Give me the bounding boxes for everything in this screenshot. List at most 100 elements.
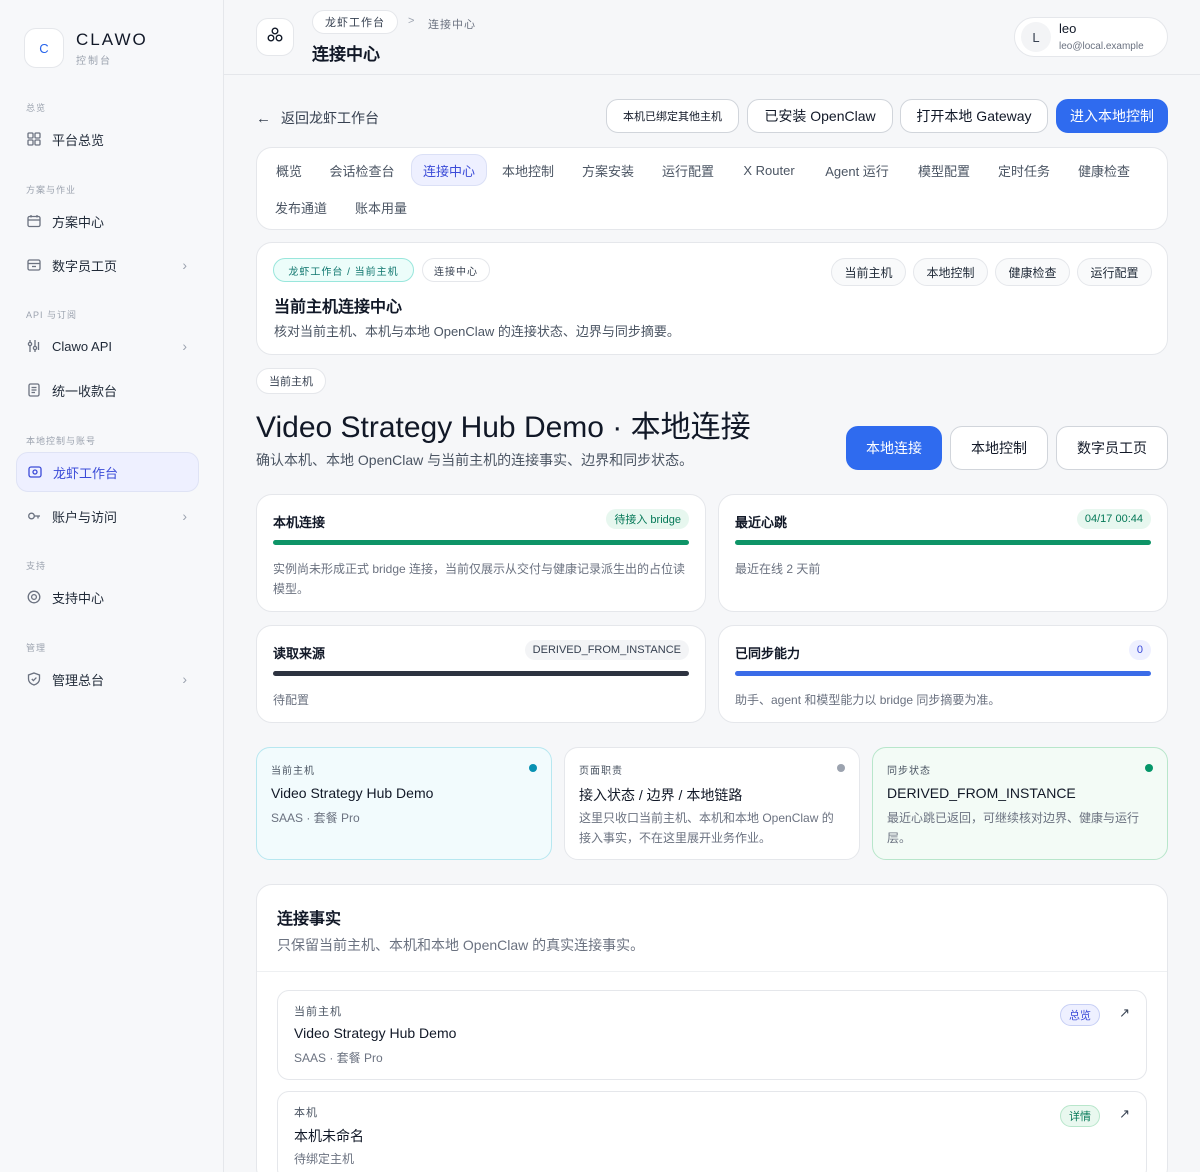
mini-title: Video Strategy Hub Demo (271, 785, 434, 801)
hero-tag: 当前主机 (256, 368, 326, 394)
sidebar-item-support-center[interactable]: 支持中心 (16, 577, 199, 617)
hub-local-control-button[interactable]: 本地控制 (913, 258, 988, 286)
tab-model-config[interactable]: 模型配置 (909, 154, 979, 186)
cluster-icon (266, 26, 284, 49)
status-dot (529, 764, 537, 772)
stat-bar (273, 671, 689, 676)
status-dot (1145, 764, 1153, 772)
fact-label: 本机 (294, 1107, 318, 1119)
nav-section-overview: 总览 (26, 103, 47, 113)
back-link-label: 返回龙虾工作台 (281, 110, 379, 126)
mini-label: 当前主机 (271, 766, 315, 777)
user-menu[interactable]: L leo leo@local.example (1014, 17, 1168, 57)
connection-facts-panel: 连接事实 只保留当前主机、本机和本地 OpenClaw 的真实连接事实。 当前主… (256, 884, 1168, 1172)
open-local-gateway-button[interactable]: 打开本地 Gateway (900, 99, 1048, 133)
sidebar-item-plan-center[interactable]: 方案中心 (16, 201, 199, 241)
stat-label: 本机连接 (273, 515, 326, 530)
sidebar-item-workbench[interactable]: 龙虾工作台 (16, 452, 199, 492)
fact-label: 当前主机 (294, 1006, 342, 1018)
document-icon (26, 382, 42, 398)
stat-text: 实例尚未形成正式 bridge 连接，当前仅展示从交付与健康记录派生出的占位读模… (273, 562, 686, 596)
grid-icon (26, 131, 42, 147)
fact-row-local-machine[interactable]: 本机 本机未命名 待绑定主机 详情 ↗ (277, 1091, 1147, 1172)
local-control-button[interactable]: 本地控制 (950, 426, 1048, 470)
brand[interactable]: C CLAWO 控制台 (24, 28, 148, 68)
tab-agent-run[interactable]: Agent 运行 (815, 154, 899, 186)
tab-session-inspector[interactable]: 会话检查台 (321, 154, 403, 186)
tab-local-control[interactable]: 本地控制 (493, 154, 563, 186)
tab-connection-center[interactable]: 连接中心 (411, 154, 487, 186)
sidebar-item-label: 龙虾工作台 (53, 465, 119, 481)
chevron-right-icon: › (182, 671, 187, 687)
user-email: leo@local.example (1059, 41, 1144, 52)
sidebar-item-platform-overview[interactable]: 平台总览 (16, 119, 199, 159)
shield-icon (26, 671, 42, 687)
stat-text: 最近在线 2 天前 (735, 562, 821, 576)
stat-card-heartbeat: 最近心跳 04/17 00:44 最近在线 2 天前 (718, 494, 1168, 612)
key-icon (26, 508, 42, 524)
brand-subtitle: 控制台 (76, 55, 112, 67)
mini-label: 页面职责 (579, 766, 623, 777)
sidebar-item-label: 账户与访问 (52, 509, 118, 525)
hub-health-check-button[interactable]: 健康检查 (995, 258, 1070, 286)
tab-ledger-usage[interactable]: 账本用量 (345, 191, 417, 223)
enter-local-control-button[interactable]: 进入本地控制 (1056, 99, 1168, 133)
status-badge: 04/17 00:44 (1076, 509, 1151, 529)
sidebar-item-clawo-api[interactable]: Clawo API › (16, 326, 199, 366)
tab-overview[interactable]: 概览 (265, 154, 313, 186)
status-badge: DERIVED_FROM_INSTANCE (524, 640, 689, 660)
hub-path-chip: 龙虾工作台 / 当前主机 (273, 258, 414, 282)
overview-badge[interactable]: 总览 (1060, 1004, 1100, 1026)
sidebar-item-checkout[interactable]: 统一收款台 (16, 370, 199, 410)
tab-runtime-config[interactable]: 运行配置 (653, 154, 723, 186)
connection-hub-card: 龙虾工作台 / 当前主机 连接中心 当前主机连接中心 核对当前主机、本机与本地 … (256, 242, 1168, 355)
arrow-left-icon: ← (256, 109, 271, 127)
stat-card-local-connection: 本机连接 待接入 bridge 实例尚未形成正式 bridge 连接，当前仅展示… (256, 494, 706, 612)
hero-title: Video Strategy Hub Demo · 本地连接 (256, 411, 751, 444)
mini-text: 这里只收口当前主机、本机和本地 OpenClaw 的接入事实，不在这里展开业务作… (579, 811, 834, 845)
breadcrumb-parent[interactable]: 龙虾工作台 (312, 10, 398, 34)
sidebar-item-label: 支持中心 (52, 590, 105, 606)
nav-section-support: 支持 (26, 561, 47, 571)
external-arrow-icon[interactable]: ↗ (1119, 1005, 1130, 1021)
mini-card-current-host: 当前主机 Video Strategy Hub Demo SAAS · 套餐 P… (256, 747, 552, 860)
stat-bar (735, 671, 1151, 676)
sidebar-item-label: 统一收款台 (52, 383, 118, 399)
hub-current-host-button[interactable]: 当前主机 (831, 258, 906, 286)
tab-x-router[interactable]: X Router (733, 154, 805, 186)
tab-scheduled-tasks[interactable]: 定时任务 (989, 154, 1059, 186)
tab-health-check[interactable]: 健康检查 (1069, 154, 1139, 186)
details-badge[interactable]: 详情 (1060, 1105, 1100, 1127)
fact-row-current-host[interactable]: 当前主机 Video Strategy Hub Demo SAAS · 套餐 P… (277, 990, 1147, 1080)
external-arrow-icon[interactable]: ↗ (1119, 1106, 1130, 1122)
back-to-workbench-link[interactable]: ← 返回龙虾工作台 (256, 108, 379, 128)
sidebar-item-admin-console[interactable]: 管理总台 › (16, 659, 199, 699)
lifebuoy-icon (26, 589, 42, 605)
calendar-icon (26, 213, 42, 229)
user-name: leo (1059, 21, 1077, 36)
hero-subtitle: 确认本机、本地 OpenClaw 与当前主机的连接事实、边界和同步状态。 (256, 452, 694, 468)
status-badge: 待接入 bridge (606, 509, 689, 529)
avatar: L (1021, 22, 1051, 52)
brand-logo: C (24, 28, 64, 68)
tab-plan-install[interactable]: 方案安装 (573, 154, 643, 186)
local-connection-button[interactable]: 本地连接 (846, 426, 942, 470)
status-dot (837, 764, 845, 772)
nav-section-plans: 方案与作业 (26, 185, 77, 195)
nav-section-api: API 与订阅 (26, 310, 78, 320)
bound-other-host-button[interactable]: 本机已绑定其他主机 (606, 99, 739, 133)
tab-publish-channel[interactable]: 发布通道 (265, 191, 337, 223)
nav-section-local: 本地控制与账号 (26, 436, 97, 446)
hub-runtime-config-button[interactable]: 运行配置 (1077, 258, 1152, 286)
chevron-right-icon: › (182, 338, 187, 354)
sidebar-item-label: 数字员工页 (52, 258, 118, 274)
nav-section-admin: 管理 (26, 643, 47, 653)
sidebar-item-account-access[interactable]: 账户与访问 › (16, 496, 199, 536)
sidebar-item-digital-staff[interactable]: 数字员工页 › (16, 245, 199, 285)
fact-title: Video Strategy Hub Demo (294, 1025, 457, 1041)
app-switcher-button[interactable] (256, 18, 294, 56)
mini-card-page-duty: 页面职责 接入状态 / 边界 / 本地链路 这里只收口当前主机、本机和本地 Op… (564, 747, 860, 860)
stat-card-synced-capabilities: 已同步能力 0 助手、agent 和模型能力以 bridge 同步摘要为准。 (718, 625, 1168, 723)
openclaw-installed-button[interactable]: 已安装 OpenClaw (747, 99, 893, 133)
digital-staff-button[interactable]: 数字员工页 (1056, 426, 1168, 470)
